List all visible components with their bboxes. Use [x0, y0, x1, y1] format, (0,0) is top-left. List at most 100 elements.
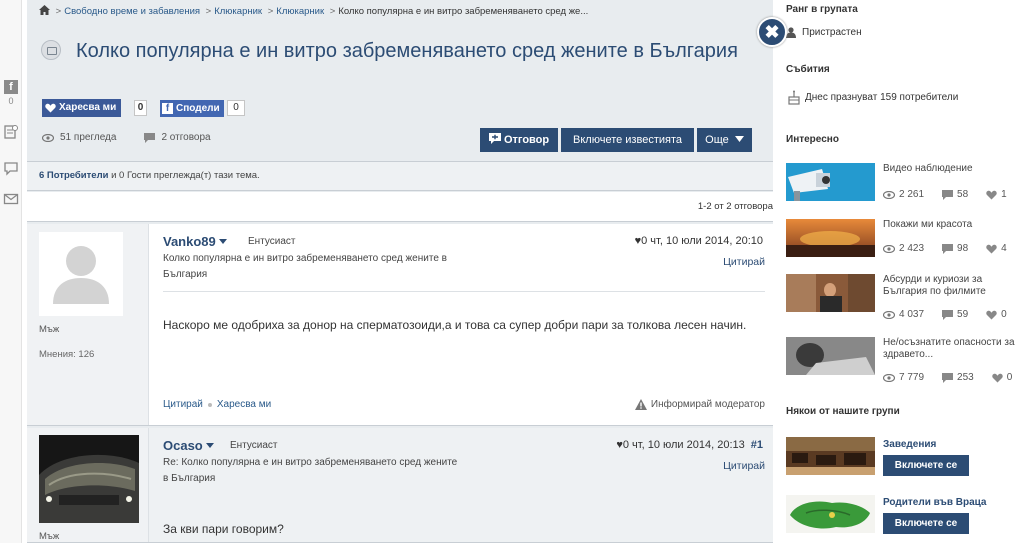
views-count: 2 261 [899, 189, 925, 200]
author-name-label: Vanko89 [163, 234, 216, 249]
user-icon [786, 27, 796, 38]
item-thumbnail[interactable] [786, 274, 875, 312]
item-stats: 4 037 59 0 [883, 309, 1007, 320]
likes-count: 4 [1001, 243, 1007, 254]
rank-section-title: Ранг в групата [786, 4, 858, 15]
author-rank: Ентусиаст [248, 236, 296, 247]
item-title[interactable]: Покажи ми красота [883, 219, 1023, 231]
like-icon [45, 103, 56, 113]
likes-count: 0 [1006, 372, 1013, 383]
divider [163, 291, 765, 292]
notify-button[interactable]: Включете известията [561, 128, 694, 152]
quote-link[interactable]: Цитирай [723, 256, 765, 268]
page-title: Колко популярна е ин витро забременяване… [76, 40, 738, 62]
group-thumbnail[interactable] [786, 437, 875, 475]
item-title[interactable]: Не/осъзнатите опасности за здравето... [883, 337, 1023, 361]
more-button[interactable]: Още [697, 128, 752, 152]
facebook-icon[interactable]: f [2, 80, 20, 94]
facebook-like-button[interactable]: Харесва ми [42, 99, 122, 117]
item-thumbnail[interactable] [786, 219, 875, 257]
quote-button[interactable]: Цитирай [163, 399, 203, 410]
document-icon[interactable] [2, 124, 20, 143]
item-thumbnail[interactable] [786, 163, 875, 201]
chevron-down-icon [218, 239, 227, 244]
comment-icon [144, 132, 156, 143]
author-gender: Мъж [39, 531, 60, 542]
reply-label: Отговор [503, 134, 550, 146]
breadcrumb-current: Колко популярна е ин витро забременяване… [338, 6, 589, 17]
views-count: 2 423 [899, 243, 925, 254]
like-button[interactable]: Харесва ми [217, 399, 271, 410]
warning-icon [634, 399, 647, 410]
interesting-item[interactable]: Покажи ми красота 2 423 98 4 [786, 219, 1022, 263]
birthdays-line[interactable]: Днес празнуват 159 потребители [788, 90, 958, 105]
likes-count: 0 [1001, 309, 1007, 320]
report-moderator-button[interactable]: Информирай модератор [634, 399, 765, 410]
group-name[interactable]: Родители във Враца [883, 497, 986, 508]
more-label: Още [705, 134, 729, 146]
like-label: Харесва ми [59, 102, 117, 113]
comments-count: 59 [957, 309, 969, 320]
post: Мъж Ocaso Ентусиаст ♥0 чт, 10 юли 2014, … [27, 428, 773, 543]
viewers-bar: 6 Потребители и 0 Гости преглежда(т) таз… [27, 161, 773, 191]
likes-count: 1 [1001, 189, 1007, 200]
interesting-item[interactable]: Видео наблюдение 2 261 58 1 [786, 163, 1022, 207]
post-body: Наскоро ме одобриха за донор на спермато… [163, 318, 747, 332]
item-title[interactable]: Видео наблюдение [883, 163, 1023, 175]
separator-dot [207, 402, 212, 407]
group-thumbnail[interactable] [786, 495, 875, 533]
birthdays-text: Днес празнуват 159 потребители [805, 92, 959, 103]
post-meta: ♥0 чт, 10 юли 2014, 20:10 [635, 235, 763, 247]
breadcrumb: > Свободно време и забавления > Клюкарник … [39, 5, 588, 17]
replies-count: 2 отговора [161, 132, 211, 143]
post-author-panel: Мъж Мнения: 126 [27, 224, 149, 425]
group-item: Родители във Враца Включете се [786, 495, 1022, 535]
post-actions: Цитирай Харесва ми [163, 399, 271, 410]
topic-header: Колко популярна е ин витро забременяване… [27, 28, 773, 158]
interesting-item[interactable]: Абсурди и куриози за България по филмите… [786, 274, 1023, 320]
join-group-button[interactable]: Включете се [883, 513, 969, 534]
join-group-button[interactable]: Включете се [883, 455, 969, 476]
item-stats: 7 779 253 0 [883, 372, 1012, 383]
interesting-item[interactable]: Не/осъзнатите опасности за здравето... 7… [786, 337, 1023, 383]
item-thumbnail[interactable] [786, 337, 875, 375]
avatar[interactable] [39, 232, 123, 316]
author-name-label: Ocaso [163, 438, 203, 453]
pagination: 1-2 от 2 отговора [27, 192, 773, 222]
right-sidebar: Ранг в групата Пристрастен Събития Днес … [774, 0, 1024, 543]
author-name[interactable]: Vanko89 [163, 234, 227, 249]
comments-count: 98 [957, 243, 969, 254]
breadcrumb-link[interactable]: Свободно време и забавления [64, 6, 200, 17]
close-icon[interactable]: ✖ [757, 17, 787, 47]
breadcrumb-link[interactable]: Клюкарник [276, 6, 324, 17]
heart-icon [986, 310, 997, 319]
facebook-icon: f [162, 103, 173, 114]
author-name[interactable]: Ocaso [163, 438, 214, 453]
like-count: 0 [134, 100, 147, 116]
post-number[interactable]: #1 [751, 439, 763, 451]
post-author-panel: Мъж [27, 428, 149, 542]
views-count: 7 779 [899, 372, 925, 383]
quote-link[interactable]: Цитирай [723, 460, 765, 472]
group-rank: Пристрастен [786, 27, 862, 38]
mail-icon[interactable] [2, 192, 20, 209]
home-icon[interactable] [39, 5, 50, 15]
group-name[interactable]: Заведения [883, 439, 936, 450]
cake-icon [788, 90, 800, 105]
avatar[interactable] [39, 435, 139, 523]
facebook-share-button[interactable]: f Сподели [160, 100, 224, 117]
eye-icon [883, 310, 895, 319]
heart-icon [986, 190, 997, 199]
item-title[interactable]: Абсурди и куриози за България по филмите [883, 274, 1023, 298]
post-date: ♥0 чт, 10 юли 2014, 20:10 [634, 235, 763, 247]
chat-icon[interactable] [2, 160, 20, 179]
reply-button[interactable]: Отговор [480, 128, 558, 152]
eye-icon [883, 373, 895, 382]
post: Мъж Мнения: 126 Vanko89 Ентусиаст ♥0 чт,… [27, 224, 773, 426]
post-body: За кви пари говорим? [163, 522, 284, 536]
views-count: 51 прегледа [60, 132, 117, 143]
post-date: ♥0 чт, 10 юли 2014, 20:13 [616, 439, 745, 451]
group-rank-value: Пристрастен [802, 27, 862, 38]
breadcrumb-link[interactable]: Клюкарник [214, 6, 262, 17]
comment-icon [942, 309, 954, 320]
